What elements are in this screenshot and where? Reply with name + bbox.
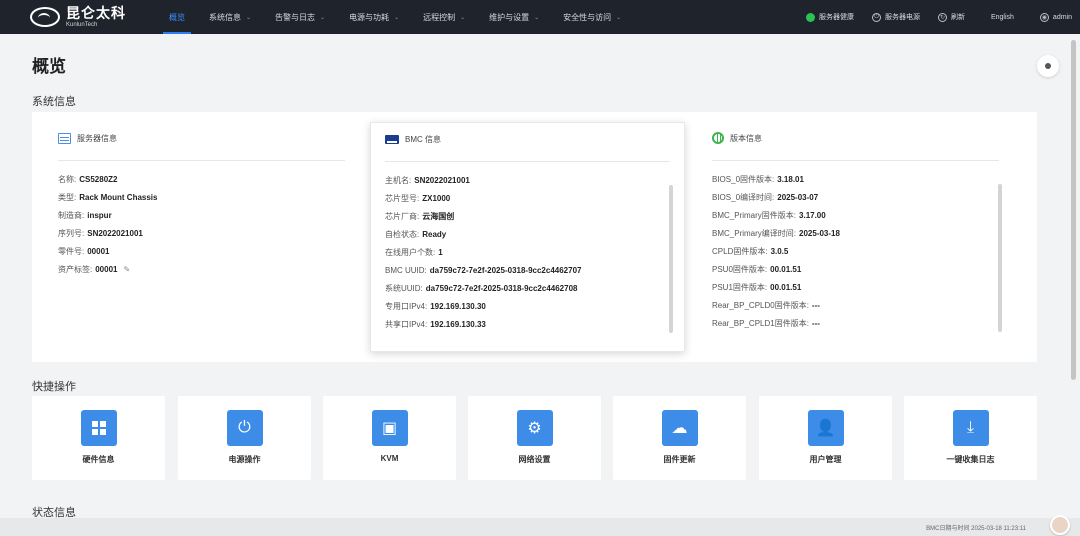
nav-system-info[interactable]: 系统信息 ⌄ [197,0,263,34]
quick-network-settings[interactable]: ⚙ 网络设置 [468,396,601,480]
quick-kvm[interactable]: ▣ KVM [323,396,456,480]
cloud-upload-icon: ☁ [661,410,698,446]
bmc-chip-icon [385,134,399,144]
globe-icon [712,132,724,144]
kvm-icon: ▣ [371,410,408,446]
server-info-card: 服务器信息 名称: CS5280Z2 类型: Rack Mount Chassis … [44,122,359,351]
chevron-down-icon: ⌄ [394,14,400,21]
card-title: 服务器信息 [77,133,117,143]
info-row: 在线用户个数: 1 [385,248,443,257]
refresh-button[interactable]: ↻ 刷新 [937,12,965,22]
chevron-down-icon: ⌄ [246,14,252,21]
quick-hardware-info[interactable]: 硬件信息 [32,396,165,480]
info-row: CPLD固件版本: 3.0.5 [712,247,789,256]
system-info-panel: 服务器信息 名称: CS5280Z2 类型: Rack Mount Chassis … [32,112,1037,362]
server-icon [58,132,71,144]
power-icon: ⏻ [871,12,881,22]
brand-name: 昆仑太科 [66,5,126,21]
info-row: 序列号: SN2022021001 [58,229,143,238]
assistant-avatar[interactable] [1050,515,1070,535]
info-row: 类型: Rack Mount Chassis [58,193,158,202]
edit-pencil-icon[interactable]: ✎ [123,261,130,279]
power-icon: ⏻ [226,410,263,446]
card-scrollbar[interactable] [998,184,1002,332]
status-footer: BMC日期与时间 2025-03-18 11:23:11 [0,518,1080,536]
health-ok-icon [805,12,815,22]
info-row: 专用口IPv4: 192.169.130.30 [385,302,486,311]
nav-alerts-logs[interactable]: 告警与日志 ⌄ [263,0,337,34]
info-row: BIOS_0固件版本: 3.18.01 [712,175,804,184]
info-row: PSU0固件版本: 00.01.51 [712,265,802,274]
user-menu[interactable]: ◉ admin [1039,12,1072,22]
quick-user-management[interactable]: 👤 用户管理 [759,396,892,480]
gear-icon: ⚙ [516,410,553,446]
version-info-card: 版本信息 BIOS_0固件版本: 3.18.01 BIOS_0编译时间: 2025-… [698,122,1013,351]
info-row: 芯片厂商: 云海国创 [385,212,455,221]
info-row: BMC_Primary固件版本: 3.17.00 [712,211,826,220]
language-switch[interactable]: English [991,14,1014,21]
help-icon [1045,63,1051,69]
quick-power-ops[interactable]: ⏻ 电源操作 [178,396,311,480]
info-row: BMC_Primary编译时间: 2025-03-18 [712,229,840,238]
nav-maintenance[interactable]: 维护与设置 ⌄ [477,0,551,34]
info-row: 名称: CS5280Z2 [58,175,118,184]
brand-name-en: KunlunTech [66,22,98,28]
nav-remote-control[interactable]: 远程控制 ⌄ [411,0,477,34]
server-power-button[interactable]: ⏻ 服务器电源 [871,12,920,22]
download-icon: ⤓ [952,410,989,446]
server-health-button[interactable]: 服务器健康 [805,12,854,22]
brand-logo[interactable]: 昆仑太科 KunlunTech [0,6,150,28]
user-icon: 👤 [807,410,844,446]
info-row: Rear_BP_CPLD0固件版本: --- [712,301,820,310]
info-row: 主机名: SN2022021001 [385,176,470,185]
info-row: 零件号: 00001 [58,247,110,256]
chevron-down-icon: ⌄ [320,14,326,21]
chevron-down-icon: ⌄ [616,14,622,21]
help-button[interactable] [1037,55,1059,77]
info-row: PSU1固件版本: 00.01.51 [712,283,802,292]
user-icon: ◉ [1039,12,1049,22]
info-row: 系统UUID: da759c72-7e2f-2025-0318-9cc2c4462… [385,284,578,293]
chevron-down-icon: ⌄ [534,14,540,21]
info-row: 芯片型号: ZX1000 [385,194,451,203]
top-nav-bar: 昆仑太科 KunlunTech 概览 系统信息 ⌄ 告警与日志 ⌄ 电源与功耗 ⌄ 远… [0,0,1080,34]
card-title: BMC 信息 [405,134,441,144]
card-title: 版本信息 [730,133,762,143]
info-row: Rear_BP_CPLD1固件版本: --- [712,319,820,328]
section-title-system-info: 系统信息 [32,96,76,108]
refresh-icon: ↻ [937,12,947,22]
nav-overview[interactable]: 概览 [157,0,197,34]
nav-security[interactable]: 安全性与访问 ⌄ [551,0,633,34]
kunlun-logo-icon [30,7,60,27]
card-scrollbar[interactable] [669,185,673,333]
quick-collect-logs[interactable]: ⤓ 一键收集日志 [904,396,1037,480]
info-row: 共享口IPv4: 192.169.130.33 [385,320,486,329]
quick-firmware-update[interactable]: ☁ 固件更新 [613,396,746,480]
section-title-quick-ops: 快捷操作 [32,381,76,393]
grid-icon [80,410,117,446]
bmc-datetime: BMC日期与时间 2025-03-18 11:23:11 [926,525,1026,532]
page-scrollbar[interactable] [1071,40,1076,380]
info-row: 制造商: inspur [58,211,112,220]
chevron-down-icon: ⌄ [460,14,466,21]
info-row: BMC UUID: da759c72-7e2f-2025-0318-9cc2c44… [385,266,582,275]
info-row: BIOS_0编译时间: 2025-03-07 [712,193,819,202]
bmc-info-card: BMC 信息 主机名: SN2022021001 芯片型号: ZX1000 芯片厂商… [370,122,685,352]
info-row: 资产标签: 00001 ✎ [58,261,345,279]
main-nav: 概览 系统信息 ⌄ 告警与日志 ⌄ 电源与功耗 ⌄ 远程控制 ⌄ 维护与设置 ⌄ 安全性与… [157,0,633,34]
page-title: 概览 [32,57,66,76]
info-row: 自检状态: Ready [385,230,447,239]
nav-power[interactable]: 电源与功耗 ⌄ [337,0,411,34]
